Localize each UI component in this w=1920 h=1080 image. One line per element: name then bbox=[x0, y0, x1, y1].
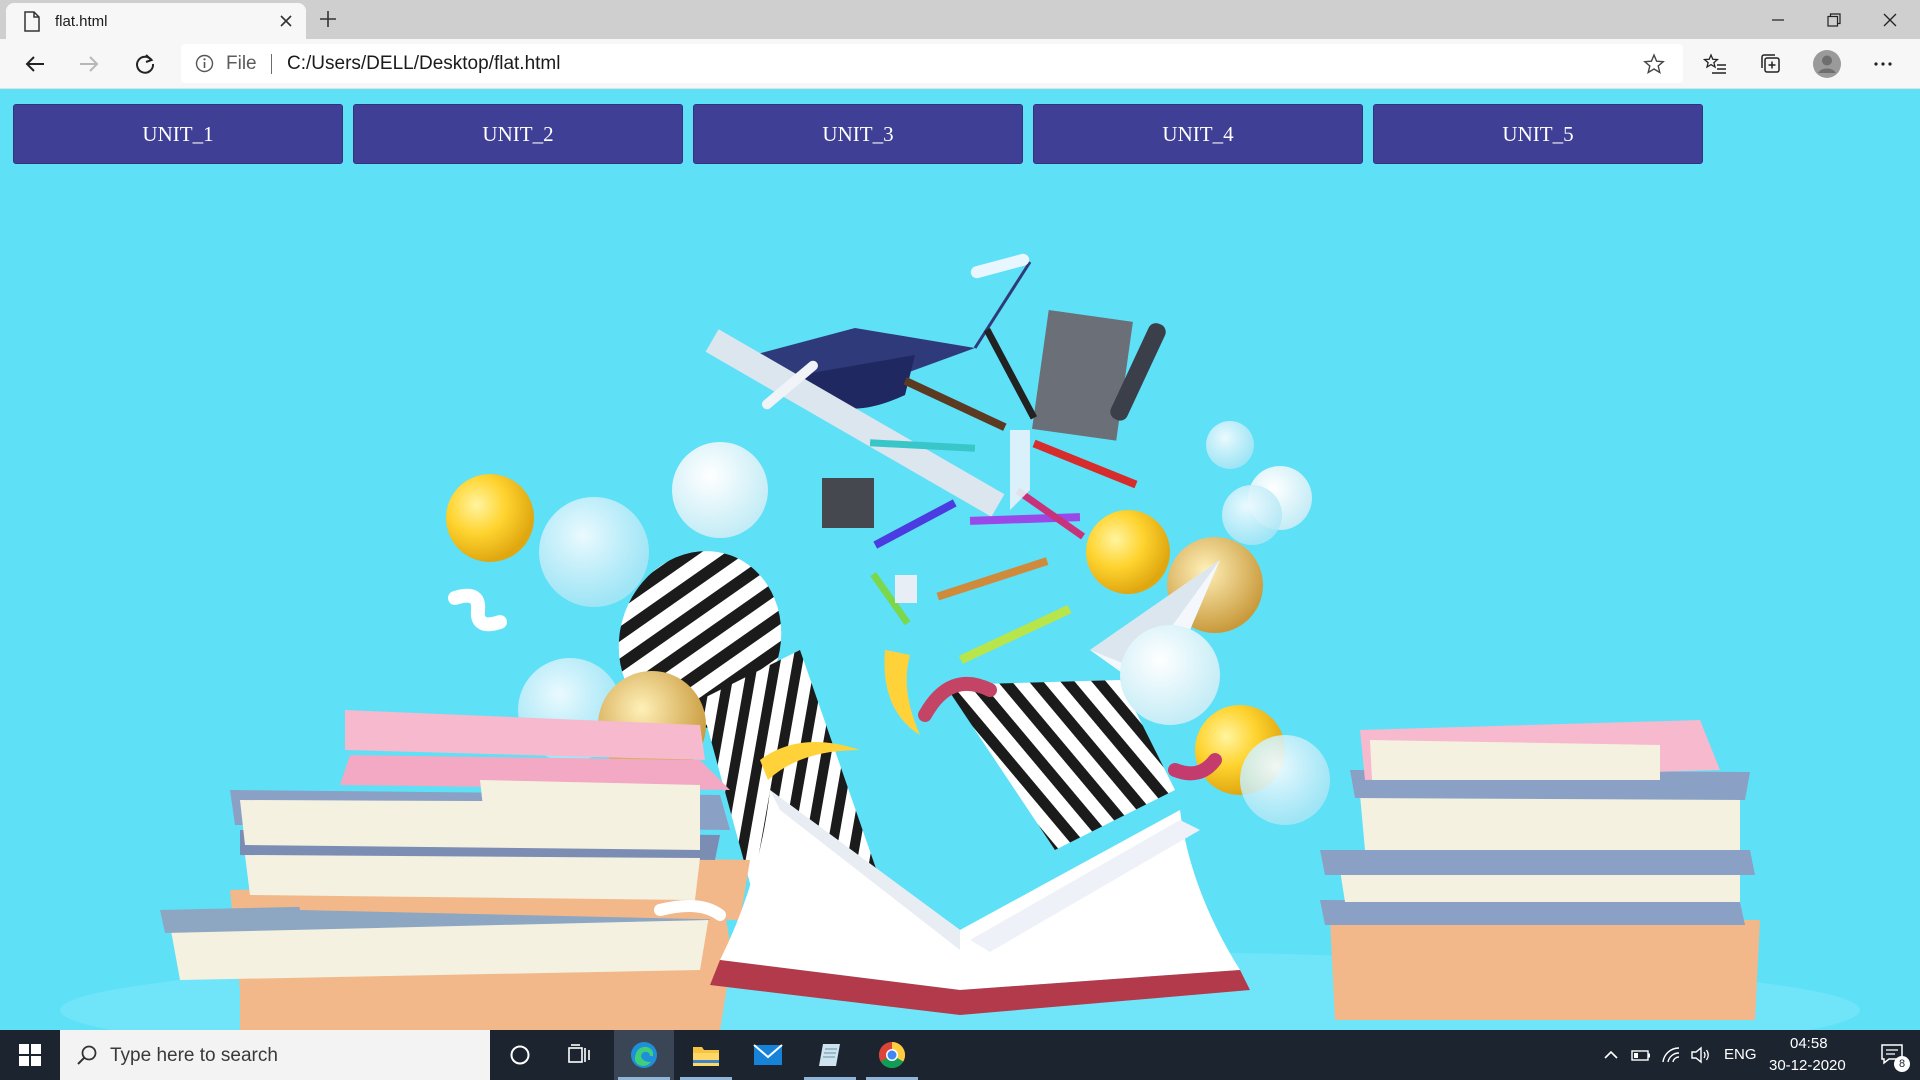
favorites-button[interactable] bbox=[1700, 49, 1730, 79]
page-content: UNIT_1 UNIT_2 UNIT_3 UNIT_4 UNIT_5 bbox=[0, 90, 1920, 1030]
forward-button[interactable] bbox=[74, 49, 104, 79]
volume-icon[interactable] bbox=[1690, 1044, 1712, 1066]
notes-app-button[interactable] bbox=[800, 1030, 860, 1080]
mail-icon bbox=[753, 1044, 783, 1065]
address-divider bbox=[271, 54, 272, 74]
clock-time[interactable]: 04:58 bbox=[1790, 1035, 1828, 1052]
clock-date[interactable]: 30-12-2020 bbox=[1769, 1057, 1846, 1074]
browser-tab[interactable]: flat.html bbox=[6, 3, 306, 39]
cortana-button[interactable] bbox=[490, 1030, 550, 1080]
unit-3-button[interactable]: UNIT_3 bbox=[693, 104, 1023, 164]
collections-icon bbox=[1761, 54, 1780, 73]
unit-5-button[interactable]: UNIT_5 bbox=[1373, 104, 1703, 164]
folder-icon bbox=[693, 1047, 719, 1066]
unit-4-button[interactable]: UNIT_4 bbox=[1033, 104, 1363, 164]
battery-icon[interactable] bbox=[1630, 1044, 1652, 1066]
info-icon[interactable] bbox=[195, 54, 214, 73]
cortana-icon bbox=[510, 1045, 530, 1065]
restore-button[interactable] bbox=[1806, 0, 1862, 39]
avatar bbox=[1813, 50, 1841, 78]
close-tab-icon[interactable] bbox=[278, 13, 294, 29]
profile-button[interactable] bbox=[1812, 49, 1842, 79]
windows-logo-icon bbox=[19, 1044, 41, 1066]
chrome-icon bbox=[878, 1041, 906, 1069]
wifi-icon[interactable] bbox=[1660, 1044, 1682, 1066]
minimize-icon bbox=[1772, 18, 1784, 21]
collections-button[interactable] bbox=[1756, 49, 1786, 79]
tab-bar: flat.html bbox=[0, 0, 1920, 39]
notification-count-badge: 8 bbox=[1894, 1056, 1910, 1072]
address-bar[interactable]: File C:/Users/DELL/Desktop/flat.html bbox=[181, 44, 1683, 83]
edge-browser-icon bbox=[631, 1042, 657, 1068]
edge-taskbar-button[interactable] bbox=[614, 1030, 674, 1080]
search-icon bbox=[77, 1045, 97, 1065]
start-button[interactable] bbox=[0, 1030, 60, 1080]
task-view-button[interactable] bbox=[550, 1030, 610, 1080]
tab-title: flat.html bbox=[55, 13, 108, 30]
browser-toolbar: File C:/Users/DELL/Desktop/flat.html bbox=[0, 39, 1920, 89]
refresh-button[interactable] bbox=[130, 49, 160, 79]
search-placeholder: Type here to search bbox=[110, 1045, 278, 1066]
forward-arrow-icon bbox=[80, 56, 99, 72]
favorites-list-icon bbox=[1703, 53, 1726, 74]
file-explorer-button[interactable] bbox=[676, 1030, 736, 1080]
taskbar: Type here to search ENG 04:58 30-12-2020… bbox=[0, 1030, 1920, 1080]
refresh-icon bbox=[136, 54, 155, 74]
taskbar-search-box[interactable]: Type here to search bbox=[60, 1030, 490, 1080]
address-url[interactable]: C:/Users/DELL/Desktop/flat.html bbox=[287, 53, 560, 75]
address-scheme: File bbox=[226, 53, 257, 74]
restore-icon bbox=[1827, 12, 1841, 27]
education-background-image bbox=[60, 253, 1860, 1030]
back-arrow-icon bbox=[25, 56, 44, 72]
favorite-star-icon[interactable] bbox=[1643, 53, 1665, 75]
task-view-icon bbox=[568, 1044, 590, 1063]
mail-button[interactable] bbox=[738, 1030, 798, 1080]
back-button[interactable] bbox=[20, 49, 50, 79]
minimize-button[interactable] bbox=[1750, 0, 1806, 39]
unit-2-button[interactable]: UNIT_2 bbox=[353, 104, 683, 164]
action-center-button[interactable]: 8 bbox=[1866, 1030, 1920, 1080]
more-dots-icon bbox=[1874, 62, 1892, 66]
new-tab-icon[interactable] bbox=[318, 9, 338, 29]
chrome-button[interactable] bbox=[862, 1030, 922, 1080]
language-indicator[interactable]: ENG bbox=[1724, 1046, 1757, 1063]
close-icon bbox=[1883, 13, 1897, 26]
notepad-icon bbox=[819, 1044, 840, 1066]
page-icon bbox=[24, 11, 40, 32]
chevron-up-icon[interactable] bbox=[1600, 1044, 1622, 1066]
more-menu-button[interactable] bbox=[1868, 49, 1898, 79]
close-window-button[interactable] bbox=[1862, 0, 1918, 39]
unit-1-button[interactable]: UNIT_1 bbox=[13, 104, 343, 164]
